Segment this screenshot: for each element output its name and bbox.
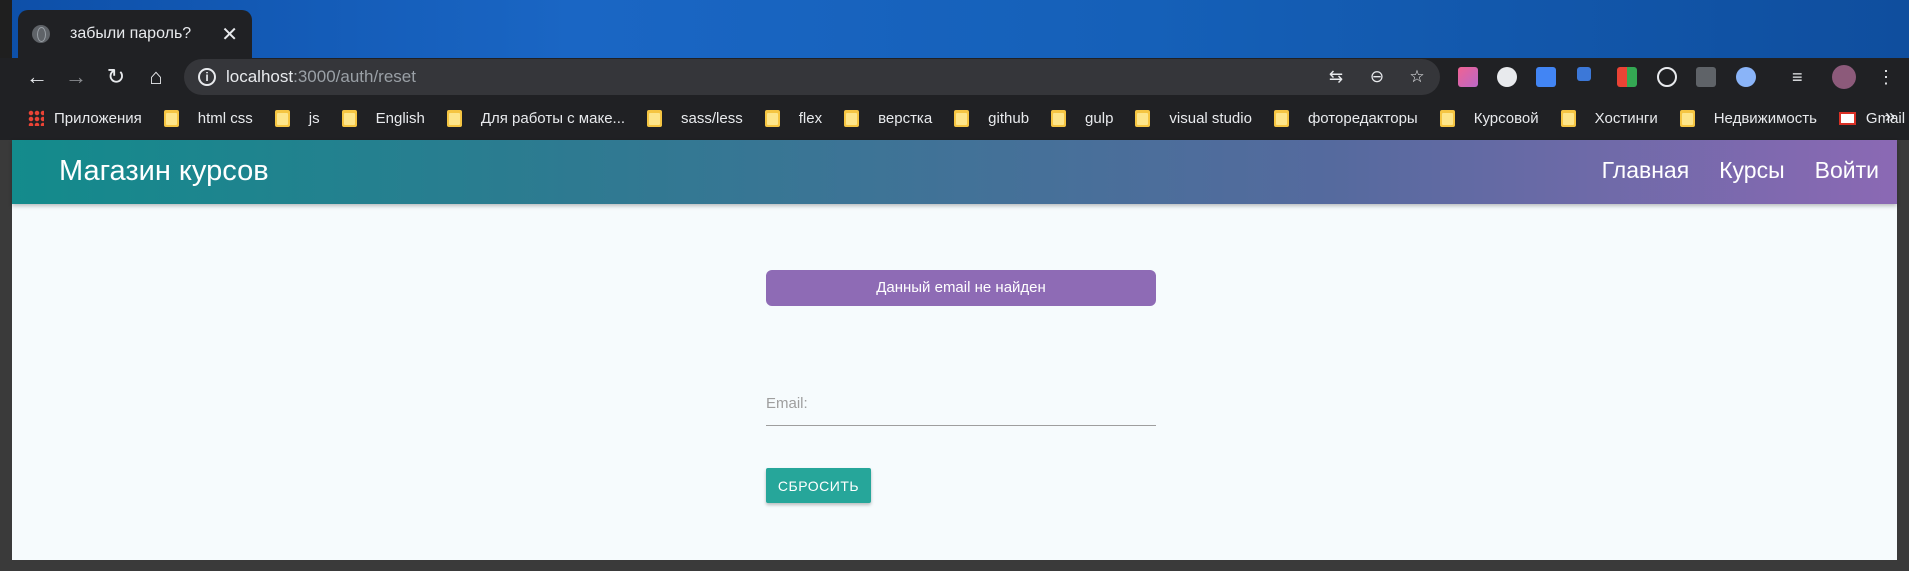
bookmark-label: Недвижимость bbox=[1713, 109, 1817, 127]
folder-icon bbox=[341, 109, 357, 127]
bookmark-label: flex bbox=[798, 109, 823, 127]
bookmark-label: visual studio bbox=[1169, 109, 1252, 127]
bookmark-label: Для работы с маке... bbox=[480, 109, 626, 127]
window-bottom-edge bbox=[0, 560, 1909, 571]
extension-pen-icon[interactable] bbox=[1577, 67, 1591, 81]
folder-icon bbox=[1679, 109, 1695, 127]
url-text[interactable]: localhost:3000/auth/reset bbox=[226, 67, 416, 87]
bookmark-folder[interactable]: Хостинги bbox=[1560, 109, 1658, 127]
browser-window: забыли пароль? ✕ ← → ↻ ⌂ i localhost:300… bbox=[0, 0, 1909, 571]
bookmark-label: Курсовой bbox=[1473, 109, 1539, 127]
site-navbar: Магазин курсов Главная Курсы Войти bbox=[12, 140, 1897, 204]
bookmark-apps[interactable]: Приложения bbox=[28, 110, 142, 127]
url-path: :3000/auth/reset bbox=[293, 67, 416, 86]
bookmark-folder[interactable]: English bbox=[341, 109, 425, 127]
bookmarks-bar: Приложения html css js English Для работ… bbox=[0, 96, 1909, 140]
bookmark-gmail[interactable]: Gmail bbox=[1838, 110, 1905, 127]
bookmark-label: html css bbox=[197, 109, 253, 127]
folder-icon bbox=[1439, 109, 1455, 127]
close-tab-icon[interactable]: ✕ bbox=[221, 22, 238, 47]
folder-icon bbox=[764, 109, 780, 127]
folder-icon bbox=[1135, 109, 1151, 127]
bookmark-label: верстка bbox=[878, 109, 933, 127]
bookmark-label: English bbox=[375, 109, 425, 127]
bookmark-folder[interactable]: sass/less bbox=[647, 109, 743, 127]
folder-icon bbox=[844, 109, 860, 127]
folder-icon bbox=[446, 109, 462, 127]
bookmark-folder[interactable]: фоторедакторы bbox=[1273, 109, 1418, 127]
reset-button[interactable]: СБРОСИТЬ bbox=[766, 468, 871, 503]
menu-dots-icon[interactable]: ⋮ bbox=[1876, 67, 1896, 87]
bookmark-folder[interactable]: visual studio bbox=[1135, 109, 1252, 127]
url-host: localhost bbox=[226, 67, 294, 86]
bookmark-folder[interactable]: Для работы с маке... bbox=[446, 109, 626, 127]
nav-links: Главная Курсы Войти bbox=[1572, 157, 1879, 184]
bookmark-folder[interactable]: верстка bbox=[844, 109, 933, 127]
address-bar[interactable]: i localhost:3000/auth/reset ⇆ ⊖ ☆ bbox=[184, 59, 1440, 95]
folder-icon bbox=[1051, 109, 1067, 127]
forward-arrow-icon[interactable]: → bbox=[61, 62, 91, 92]
nav-link-home[interactable]: Главная bbox=[1602, 157, 1690, 184]
gmail-icon bbox=[1838, 111, 1856, 125]
nav-link-login[interactable]: Войти bbox=[1815, 157, 1879, 184]
back-arrow-icon[interactable]: ← bbox=[22, 62, 52, 92]
bookmark-folder[interactable]: gulp bbox=[1051, 109, 1114, 127]
avatar[interactable] bbox=[1832, 65, 1856, 89]
bookmark-folder[interactable]: html css bbox=[163, 109, 253, 127]
reload-icon[interactable]: ↻ bbox=[101, 62, 131, 92]
zoom-out-icon[interactable]: ⊖ bbox=[1367, 67, 1387, 87]
media-control-icon[interactable]: ≡ bbox=[1792, 67, 1812, 87]
extension-gradient-icon[interactable] bbox=[1458, 67, 1478, 87]
folder-icon bbox=[1273, 109, 1289, 127]
bookmark-label: sass/less bbox=[681, 109, 743, 127]
browser-toolbar: ← → ↻ ⌂ i localhost:3000/auth/reset ⇆ ⊖ … bbox=[0, 58, 1909, 96]
folder-icon bbox=[163, 109, 179, 127]
bookmark-label: Хостинги bbox=[1594, 109, 1658, 127]
translate-icon[interactable]: ⇆ bbox=[1326, 67, 1346, 87]
email-field[interactable] bbox=[766, 388, 1156, 426]
page-viewport: Магазин курсов Главная Курсы Войти Данны… bbox=[12, 140, 1897, 560]
folder-icon bbox=[274, 109, 290, 127]
bookmark-folder[interactable]: Курсовой bbox=[1439, 109, 1539, 127]
extension-box-icon[interactable] bbox=[1696, 67, 1716, 87]
folder-icon bbox=[954, 109, 970, 127]
extension-chat-icon[interactable] bbox=[1497, 67, 1517, 87]
info-icon[interactable]: i bbox=[198, 68, 216, 86]
bookmark-label: gulp bbox=[1085, 109, 1114, 127]
bookmark-folder[interactable]: js bbox=[274, 109, 320, 127]
bookmark-star-icon[interactable]: ☆ bbox=[1407, 67, 1427, 87]
react-devtools-icon[interactable] bbox=[1657, 67, 1677, 87]
apps-grid-icon bbox=[28, 110, 44, 126]
bookmark-folder[interactable]: github bbox=[954, 109, 1030, 127]
error-alert: Данный email не найден bbox=[766, 270, 1156, 306]
extension-circle-icon[interactable] bbox=[1736, 67, 1756, 87]
tab-strip: забыли пароль? ✕ bbox=[0, 0, 1909, 58]
extension-grid-icon[interactable] bbox=[1617, 67, 1637, 87]
google-translate-icon[interactable] bbox=[1536, 67, 1556, 87]
tab-active[interactable]: забыли пароль? ✕ bbox=[18, 10, 252, 58]
tab-title: забыли пароль? bbox=[70, 25, 192, 42]
bookmark-label: github bbox=[988, 109, 1030, 127]
bookmark-folder[interactable]: Недвижимость bbox=[1679, 109, 1817, 127]
home-icon[interactable]: ⌂ bbox=[141, 62, 171, 92]
brand-logo[interactable]: Магазин курсов bbox=[59, 155, 269, 188]
nav-link-courses[interactable]: Курсы bbox=[1719, 157, 1784, 184]
bookmark-label: js bbox=[308, 109, 320, 127]
folder-icon bbox=[1560, 109, 1576, 127]
bookmark-label: Приложения bbox=[54, 109, 142, 127]
bookmark-label: фоторедакторы bbox=[1307, 109, 1418, 127]
bookmark-folder[interactable]: flex bbox=[764, 109, 823, 127]
folder-icon bbox=[647, 109, 663, 127]
bookmarks-overflow-icon[interactable]: » bbox=[1885, 106, 1895, 127]
globe-icon bbox=[32, 25, 50, 43]
